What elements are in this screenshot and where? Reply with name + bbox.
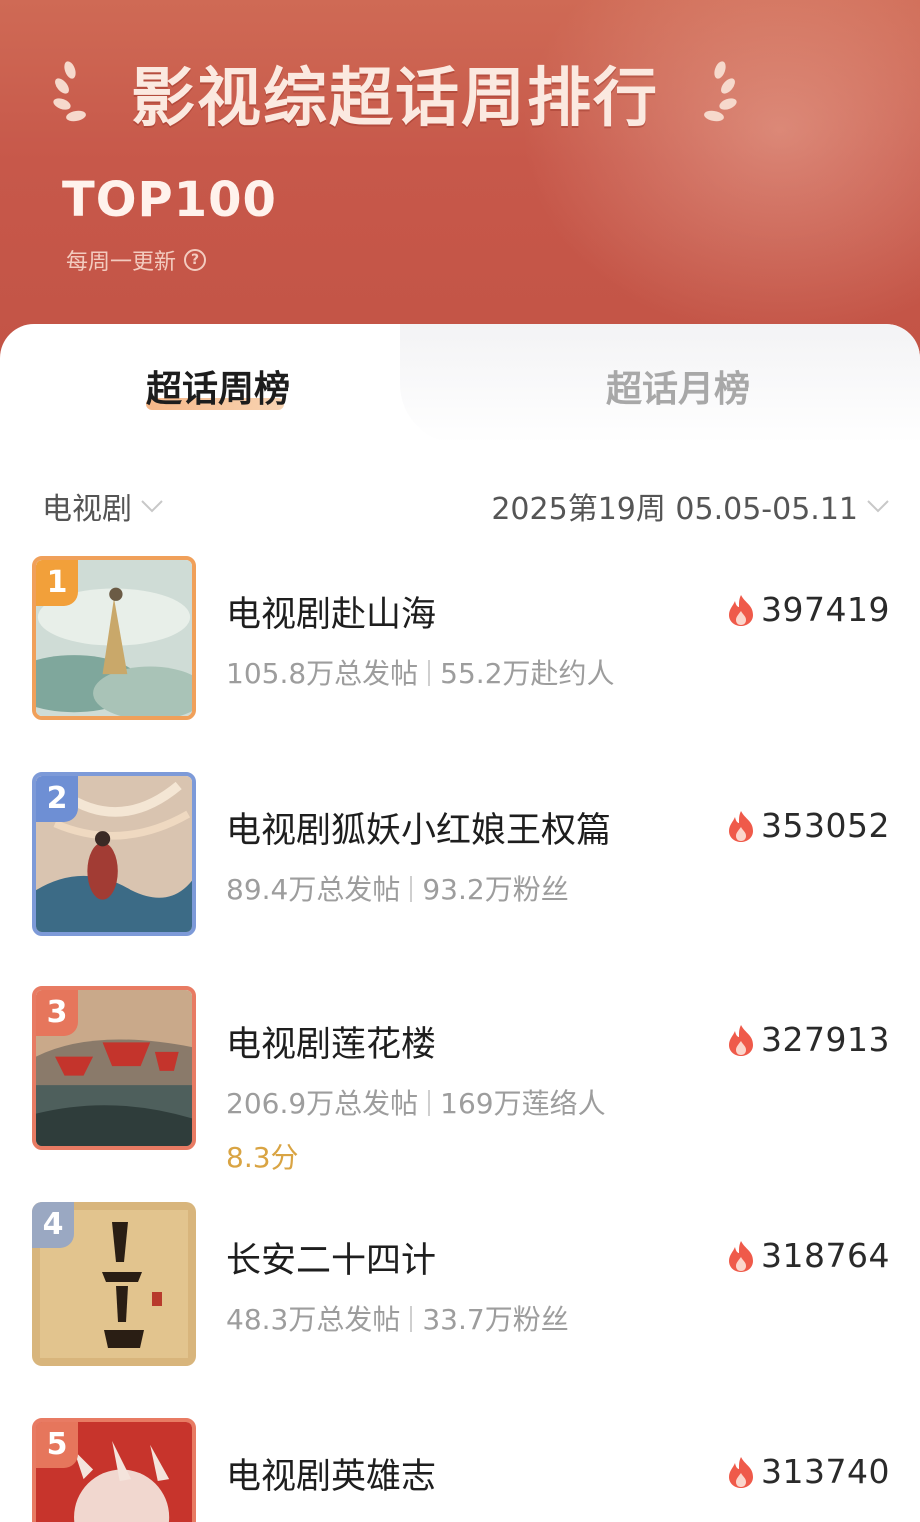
top100-label: TOP100 — [62, 172, 277, 228]
flame-icon — [729, 1024, 754, 1056]
divider — [410, 876, 413, 902]
list-item[interactable]: 1 电视剧赴山海 105.8万总发帖 55.2万赴约人 397419 — [0, 556, 920, 726]
heat-value: 318764 — [761, 1236, 890, 1275]
rank-badge: 4 — [32, 1202, 74, 1248]
fan-count: 55.2万赴约人 — [440, 657, 615, 690]
flame-icon — [729, 1456, 754, 1488]
rank-badge: 1 — [36, 560, 78, 606]
post-count: 105.8万总发帖 — [226, 657, 419, 690]
tab-weekly-label: 超话周榜 — [146, 369, 291, 410]
category-dropdown[interactable]: 电视剧 — [42, 484, 164, 528]
divider — [428, 660, 431, 686]
heat-value: 397419 — [761, 590, 890, 629]
item-title: 电视剧狐妖小红娘王权篇 — [226, 811, 612, 851]
post-count: 48.3万总发帖 — [226, 1303, 401, 1336]
poster-thumbnail: 1 — [32, 556, 196, 720]
ranking-card: 超话周榜 超话月榜 电视剧 2025第19周 05.05-05.11 1 电视剧… — [0, 324, 920, 1522]
list-item[interactable]: 3 电视剧莲花楼 206.9万总发帖 169万莲络人 8.3分 327913 — [0, 986, 920, 1174]
divider — [428, 1090, 431, 1116]
post-count: 89.4万总发帖 — [226, 873, 401, 906]
heat-score: 313740 — [725, 1452, 890, 1491]
fan-count: 169万莲络人 — [440, 1087, 606, 1120]
title-row: 影视综超话周排行 — [50, 48, 740, 138]
rating-score: 8.3分 — [226, 1141, 299, 1174]
flame-icon — [729, 810, 754, 842]
item-title: 电视剧莲花楼 — [226, 1025, 437, 1065]
heat-score: 318764 — [725, 1236, 890, 1275]
tab-weekly[interactable]: 超话周榜 — [146, 360, 290, 412]
item-title: 电视剧英雄志 — [226, 1457, 437, 1497]
item-stats: 105.8万总发帖 55.2万赴约人 — [226, 652, 615, 692]
flame-icon — [729, 1240, 754, 1272]
question-circle-icon[interactable]: ? — [184, 249, 207, 271]
item-stats: 89.4万总发帖 93.2万粉丝 — [226, 868, 569, 908]
list-item[interactable]: 4 长安二十四计 48.3万总发帖 33.7万粉丝 318764 — [0, 1202, 920, 1372]
laurel-right-icon — [704, 61, 737, 122]
item-stats: 48.3万总发帖 33.7万粉丝 — [226, 1298, 569, 1338]
update-note-row: 每周一更新 ? — [66, 244, 207, 276]
list-item[interactable]: 5 电视剧英雄志 313740 — [0, 1418, 920, 1522]
category-label: 电视剧 — [42, 492, 132, 527]
heat-score: 327913 — [725, 1020, 890, 1059]
fan-count: 33.7万粉丝 — [422, 1303, 569, 1336]
chevron-down-icon — [867, 500, 889, 513]
page-title: 影视综超话周排行 — [131, 62, 659, 136]
fan-count: 93.2万粉丝 — [422, 873, 569, 906]
tab-monthly[interactable]: 超话月榜 — [606, 360, 750, 412]
heat-value: 313740 — [761, 1452, 890, 1491]
item-title: 电视剧赴山海 — [226, 595, 437, 635]
tab-monthly-label: 超话月榜 — [606, 369, 751, 410]
poster-thumbnail: 3 — [32, 986, 196, 1150]
header-banner: 影视综超话周排行 TOP100 每周一更新 ? — [0, 0, 920, 360]
heat-score: 353052 — [725, 806, 890, 845]
list-item[interactable]: 2 电视剧狐妖小红娘王权篇 89.4万总发帖 93.2万粉丝 353052 — [0, 772, 920, 942]
week-dropdown[interactable]: 2025第19周 05.05-05.11 — [491, 484, 890, 528]
update-note: 每周一更新 — [66, 250, 177, 275]
poster-thumbnail: 5 — [32, 1418, 196, 1522]
heat-score: 397419 — [725, 590, 890, 629]
poster-thumbnail: 2 — [32, 772, 196, 936]
post-count: 206.9万总发帖 — [226, 1087, 419, 1120]
filter-row: 电视剧 2025第19周 05.05-05.11 — [0, 484, 920, 527]
flame-icon — [729, 594, 754, 626]
poster-thumbnail: 4 — [32, 1202, 196, 1366]
laurel-left-icon — [53, 61, 86, 122]
heat-value: 327913 — [761, 1020, 890, 1059]
chevron-down-icon — [141, 500, 163, 513]
heat-value: 353052 — [761, 806, 890, 845]
rank-badge: 2 — [36, 776, 78, 822]
rank-badge: 5 — [36, 1422, 78, 1468]
rank-badge: 3 — [36, 990, 78, 1036]
divider — [410, 1306, 413, 1332]
item-stats: 206.9万总发帖 169万莲络人 — [226, 1082, 606, 1122]
item-title: 长安二十四计 — [226, 1241, 437, 1281]
week-label: 2025第19周 05.05-05.11 — [491, 492, 858, 527]
